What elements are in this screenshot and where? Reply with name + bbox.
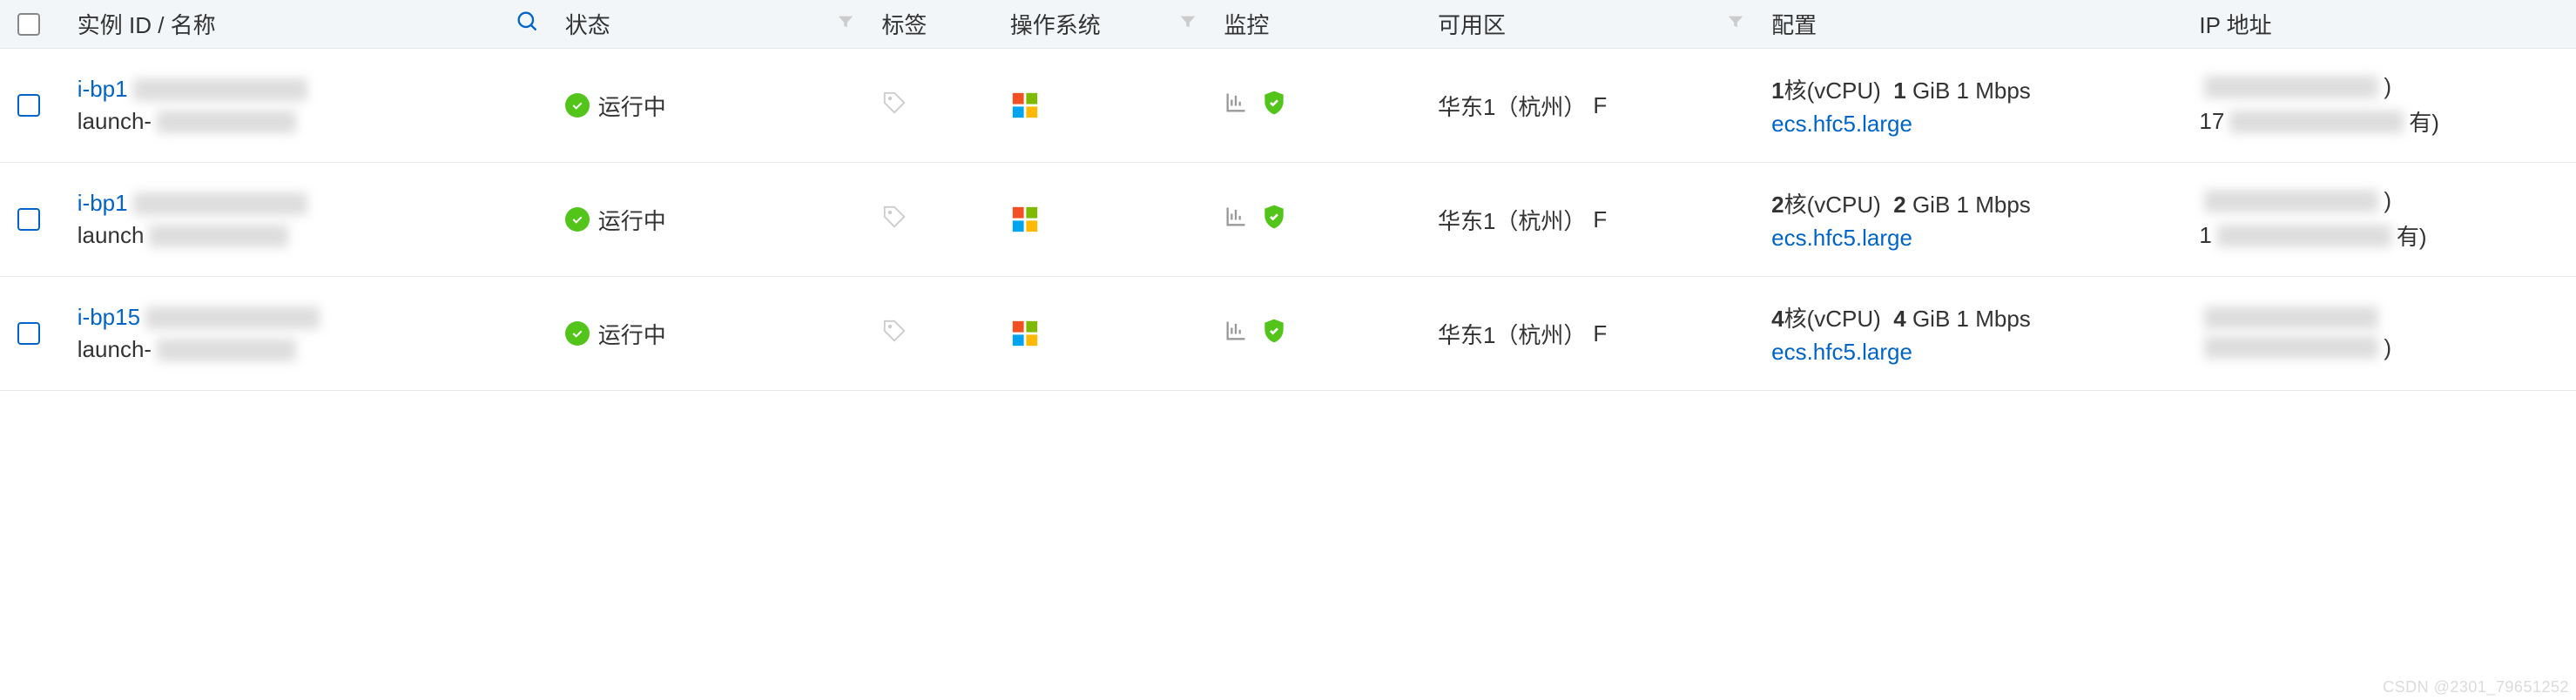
redacted — [2217, 225, 2391, 247]
security-shield-icon[interactable] — [1260, 317, 1288, 351]
ip-private-suffix: ) — [2384, 334, 2391, 361]
table-row: i-bp15 launch- 运行中 — [0, 277, 2576, 391]
monitor-chart-icon[interactable] — [1224, 91, 1248, 121]
search-icon[interactable] — [515, 9, 539, 39]
config-summary: 2核(vCPU) 2 GiB 1 Mbps — [1771, 187, 2031, 219]
security-shield-icon[interactable] — [1260, 89, 1288, 123]
instance-type-link[interactable]: ecs.hfc5.large — [1771, 225, 2031, 252]
zone-suffix: F — [1593, 92, 1607, 119]
table-header: 实例 ID / 名称 状态 标签 操作系统 监控 可用区 — [0, 0, 2576, 49]
os-windows-icon — [1010, 319, 1040, 348]
tag-icon[interactable] — [881, 204, 907, 236]
status-running-icon — [565, 207, 590, 232]
row-checkbox[interactable] — [17, 94, 40, 117]
ip-public-suffix: ) — [2384, 73, 2391, 100]
zone-name: 华东1（杭州） — [1438, 90, 1586, 122]
header-ip: IP 地址 — [2199, 8, 2271, 40]
monitor-chart-icon[interactable] — [1224, 205, 1248, 235]
instance-type-link[interactable]: ecs.hfc5.large — [1771, 111, 2031, 138]
instance-type-link[interactable]: ecs.hfc5.large — [1771, 339, 2031, 366]
filter-icon[interactable] — [1726, 10, 1745, 37]
redacted — [133, 192, 307, 215]
header-config: 配置 — [1771, 8, 1817, 40]
table-row: i-bp1 launch- 运行中 — [0, 49, 2576, 163]
zone-name: 华东1（杭州） — [1438, 204, 1586, 236]
redacted — [145, 306, 320, 329]
redacted — [2204, 306, 2378, 329]
zone-suffix: F — [1593, 320, 1607, 347]
ip-private-prefix: 1 — [2199, 222, 2211, 249]
tag-icon[interactable] — [881, 318, 907, 350]
config-summary: 4核(vCPU) 4 GiB 1 Mbps — [1771, 301, 2031, 333]
os-windows-icon — [1010, 91, 1040, 120]
redacted — [133, 78, 307, 101]
status-text: 运行中 — [598, 318, 666, 350]
zone-name: 华东1（杭州） — [1438, 318, 1586, 350]
zone-suffix: F — [1593, 206, 1607, 233]
status-badge: 运行中 — [565, 318, 666, 350]
row-checkbox[interactable] — [17, 208, 40, 231]
header-zone: 可用区 — [1438, 8, 1506, 40]
redacted — [2204, 336, 2378, 359]
instance-id-link[interactable]: i-bp1 — [78, 190, 128, 217]
filter-icon[interactable] — [1178, 10, 1197, 37]
ip-private-suffix: 有) — [2397, 219, 2427, 252]
filter-icon[interactable] — [836, 10, 855, 37]
table-row: i-bp1 launch 运行中 — [0, 163, 2576, 277]
instance-name: launch- — [78, 108, 152, 135]
header-status: 状态 — [565, 8, 610, 40]
monitor-chart-icon[interactable] — [1224, 319, 1248, 349]
ip-private-prefix: 17 — [2199, 108, 2224, 135]
header-os: 操作系统 — [1010, 8, 1101, 40]
instance-id-link[interactable]: i-bp15 — [78, 304, 140, 331]
tag-icon[interactable] — [881, 90, 907, 122]
status-badge: 运行中 — [565, 204, 666, 236]
ip-private-suffix: 有) — [2409, 105, 2439, 138]
os-windows-icon — [1010, 205, 1040, 234]
security-shield-icon[interactable] — [1260, 203, 1288, 237]
header-id: 实例 ID / 名称 — [78, 8, 216, 40]
status-running-icon — [565, 321, 590, 346]
status-badge: 运行中 — [565, 90, 666, 122]
instance-name: launch — [78, 222, 145, 249]
watermark: CSDN @2301_79651252 — [2383, 678, 2569, 697]
instance-id-link[interactable]: i-bp1 — [78, 76, 128, 103]
instance-name: launch- — [78, 336, 152, 363]
redacted — [149, 225, 288, 247]
config-summary: 1核(vCPU) 1 GiB 1 Mbps — [1771, 73, 2031, 105]
instance-table: 实例 ID / 名称 状态 标签 操作系统 监控 可用区 — [0, 0, 2576, 391]
redacted — [157, 339, 296, 361]
redacted — [2204, 76, 2378, 98]
status-text: 运行中 — [598, 204, 666, 236]
row-checkbox[interactable] — [17, 322, 40, 345]
redacted — [2229, 111, 2404, 133]
header-tag: 标签 — [881, 8, 927, 40]
redacted — [2204, 190, 2378, 212]
header-monitor: 监控 — [1224, 8, 1269, 40]
ip-public-suffix: ) — [2384, 187, 2391, 214]
status-text: 运行中 — [598, 90, 666, 122]
redacted — [157, 111, 296, 133]
status-running-icon — [565, 93, 590, 118]
select-all-checkbox[interactable] — [17, 13, 40, 36]
